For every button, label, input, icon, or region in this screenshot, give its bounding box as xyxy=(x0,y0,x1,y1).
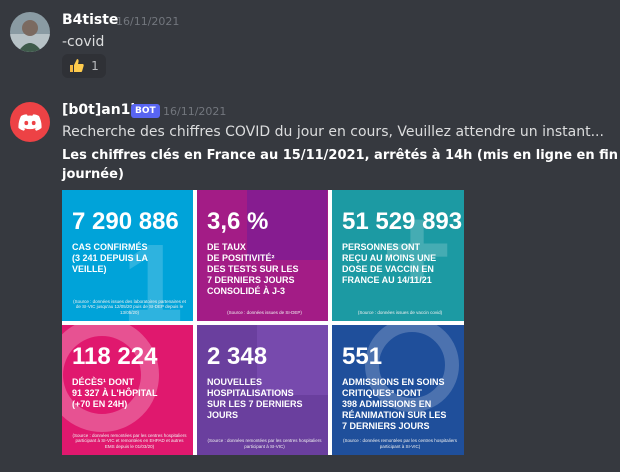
tile-source: (Source : données issues de vaccin covid… xyxy=(357,309,443,315)
tile-source: (Source : données issues de SI-DEP) xyxy=(227,309,302,315)
tile-value: 118 224 xyxy=(72,343,158,370)
tile-label: PERSONNES ONT REÇU AU MOINS UNE DOSE DE … xyxy=(342,242,437,285)
bot-tag: BOT xyxy=(131,104,160,118)
tile-source: (Source : données remontées par les cent… xyxy=(72,432,187,449)
tile-value: 51 529 893 xyxy=(342,208,463,235)
tile-value: 2 348 xyxy=(207,343,268,370)
tile-label: CAS CONFIRMÉS (3 241 DEPUIS LA VEILLE) xyxy=(72,242,149,274)
reaction-button[interactable]: 1 xyxy=(62,54,106,78)
tile-label: NOUVELLES HOSPITALISATIONS SUR LES 7 DER… xyxy=(207,377,303,420)
tile-label: ADMISSIONS EN SOINS CRITIQUES³ DONT 398 … xyxy=(342,377,447,431)
avatar[interactable] xyxy=(10,12,50,52)
tile-label: DE TAUX DE POSITIVITÉ² DES TESTS SUR LES… xyxy=(207,242,299,296)
tile-source: (Source : données issues des laboratoire… xyxy=(73,298,186,315)
message-timestamp: 16/11/2021 xyxy=(163,105,227,118)
tile-value: 7 290 886 xyxy=(72,208,179,235)
message-content: -covid xyxy=(62,34,105,50)
tile-positivity-rate: 3,6 % DE TAUX DE POSITIVITÉ² DES TESTS S… xyxy=(197,190,328,321)
tile-hospitalisations: 2 348 NOUVELLES HOSPITALISATIONS SUR LES… xyxy=(197,325,328,455)
discord-logo-icon xyxy=(18,114,42,131)
tile-confirmed-cases: 1 7 290 886 CAS CONFIRMÉS (3 241 DEPUIS … xyxy=(62,190,193,321)
tile-vaccinated: + 51 529 893 PERSONNES ONT REÇU AU MOINS… xyxy=(332,190,464,321)
username[interactable]: B4tiste xyxy=(62,12,118,28)
tile-source: (Source : données remontées par les cent… xyxy=(342,438,458,449)
bot-username[interactable]: [b0t]an1k xyxy=(62,102,140,118)
headline-line-1: Les chiffres clés en France au 15/11/202… xyxy=(62,148,620,163)
tile-value: 3,6 % xyxy=(207,208,269,235)
headline-line-2: journée) xyxy=(62,167,124,182)
tile-value: 551 xyxy=(342,343,383,370)
reaction-count: 1 xyxy=(91,59,99,73)
covid-infographic-image[interactable]: 1 7 290 886 CAS CONFIRMÉS (3 241 DEPUIS … xyxy=(62,190,464,455)
tile-critical-care: 551 ADMISSIONS EN SOINS CRITIQUES³ DONT … xyxy=(332,325,464,455)
message-timestamp: 16/11/2021 xyxy=(116,15,180,28)
tile-source: (Source : données remontées par les cent… xyxy=(207,438,322,449)
thumbs-up-icon xyxy=(69,58,85,74)
tile-deaths: 118 224 DÉCÈS¹ DONT 91 327 À L'HÔPITAL (… xyxy=(62,325,193,455)
bot-avatar[interactable] xyxy=(10,102,50,142)
message-content: Recherche des chiffres COVID du jour en … xyxy=(62,124,604,140)
tile-label: DÉCÈS¹ DONT 91 327 À L'HÔPITAL (+70 EN 2… xyxy=(72,377,158,409)
